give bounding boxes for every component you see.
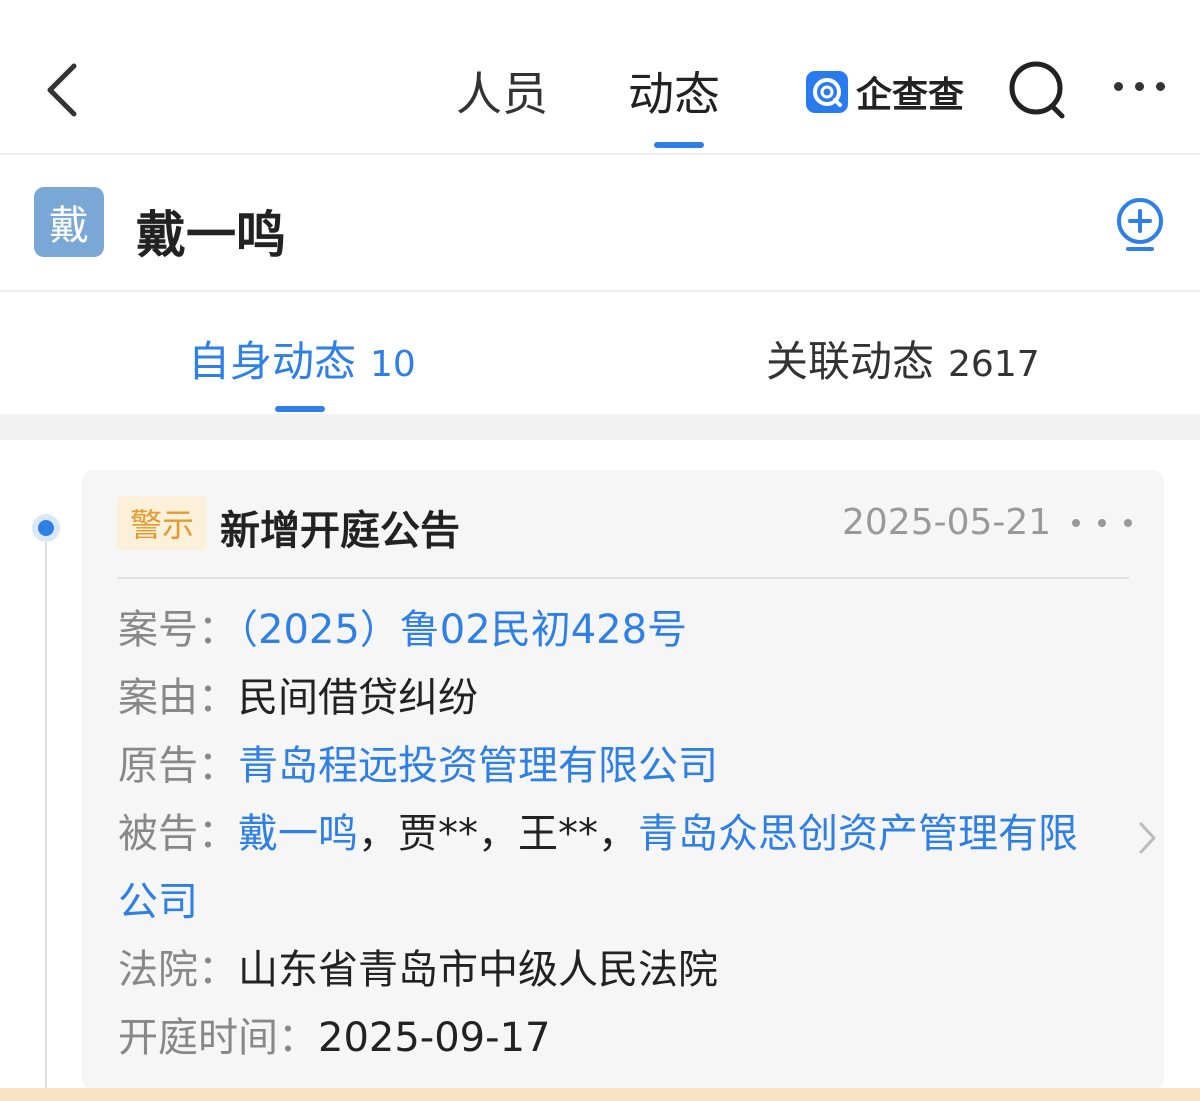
defendant-link-person[interactable]: 戴一鸣 [238,811,358,857]
plaintiff-row: 原告：青岛程远投资管理有限公司 [118,740,718,792]
separator: ， [478,811,518,857]
brand-logo: 企查查 [806,66,964,118]
court-label: 法院： [118,947,238,993]
timeline-dot-icon [32,514,60,542]
card-date: 2025-05-21 [842,502,1052,543]
warning-badge: 警示 [117,496,207,550]
hearing-time-label: 开庭时间： [118,1015,318,1061]
card-title: 新增开庭公告 [220,508,460,554]
tab-count: 10 [370,344,416,385]
defendant-row-continued: 公司 [118,876,198,928]
defendant-link-company-cont[interactable]: 公司 [118,879,198,925]
case-number-label: 案号： [118,607,238,653]
tab-label: 关联动态 [766,337,935,386]
defendant-name: 王** [518,811,598,857]
qichacha-logo-icon [806,71,848,113]
brand-name: 企查查 [856,75,965,116]
bottom-band [0,1088,1200,1101]
follow-plus-icon[interactable] [1114,197,1166,253]
tab-people[interactable]: 人员 [456,58,548,124]
tab-label: 自身动态 [188,337,357,386]
timeline-line [45,530,47,1090]
chevron-right-icon[interactable] [1132,816,1162,860]
search-icon[interactable] [1008,60,1068,120]
case-cause-row: 案由：民间借贷纠纷 [118,672,478,724]
separator: ， [358,811,398,857]
tab-active-indicator [654,142,704,148]
defendant-link-company[interactable]: 青岛众思创资产管理有限 [638,811,1078,857]
tab-dynamics[interactable]: 动态 [628,58,720,124]
court-row: 法院：山东省青岛市中级人民法院 [118,944,718,996]
tab-related-dynamics[interactable]: 关联动态 2617 [766,328,1040,389]
hearing-time-row: 开庭时间：2025-09-17 [118,1012,550,1064]
tab-self-dynamics[interactable]: 自身动态 10 [188,328,416,389]
section-divider [0,414,1200,440]
hearing-time-value: 2025-09-17 [318,1015,551,1061]
case-cause-value: 民间借贷纠纷 [238,675,478,721]
plaintiff-label: 原告： [118,743,238,789]
case-number-link[interactable]: （2025）鲁02民初428号 [238,607,687,653]
defendant-label: 被告： [118,811,238,857]
more-options-icon[interactable] [1110,78,1170,98]
defendant-name: 贾** [398,811,478,857]
top-nav: 人员 动态 企查查 [0,0,1200,155]
court-value: 山东省青岛市中级人民法院 [238,947,718,993]
dynamics-subtabs: 自身动态 10 关联动态 2617 [0,294,1200,414]
separator: ， [598,811,638,857]
plaintiff-link[interactable]: 青岛程远投资管理有限公司 [238,743,718,789]
tab-count: 2617 [948,344,1040,385]
avatar: 戴 [34,187,104,257]
person-header: 戴 戴一鸣 [0,157,1200,292]
case-number-row: 案号：（2025）鲁02民初428号 [118,604,687,656]
case-cause-label: 案由： [118,675,238,721]
divider [117,577,1129,579]
card-more-icon[interactable] [1072,518,1142,530]
defendant-row: 被告：戴一鸣，贾**，王**，青岛众思创资产管理有限 [118,808,1078,860]
subtab-active-indicator [275,406,325,412]
hearing-notice-card[interactable]: 警示 新增开庭公告 2025-05-21 案号：（2025）鲁02民初428号 … [82,470,1164,1090]
back-arrow-icon[interactable] [40,58,90,122]
person-name: 戴一鸣 [136,206,286,264]
